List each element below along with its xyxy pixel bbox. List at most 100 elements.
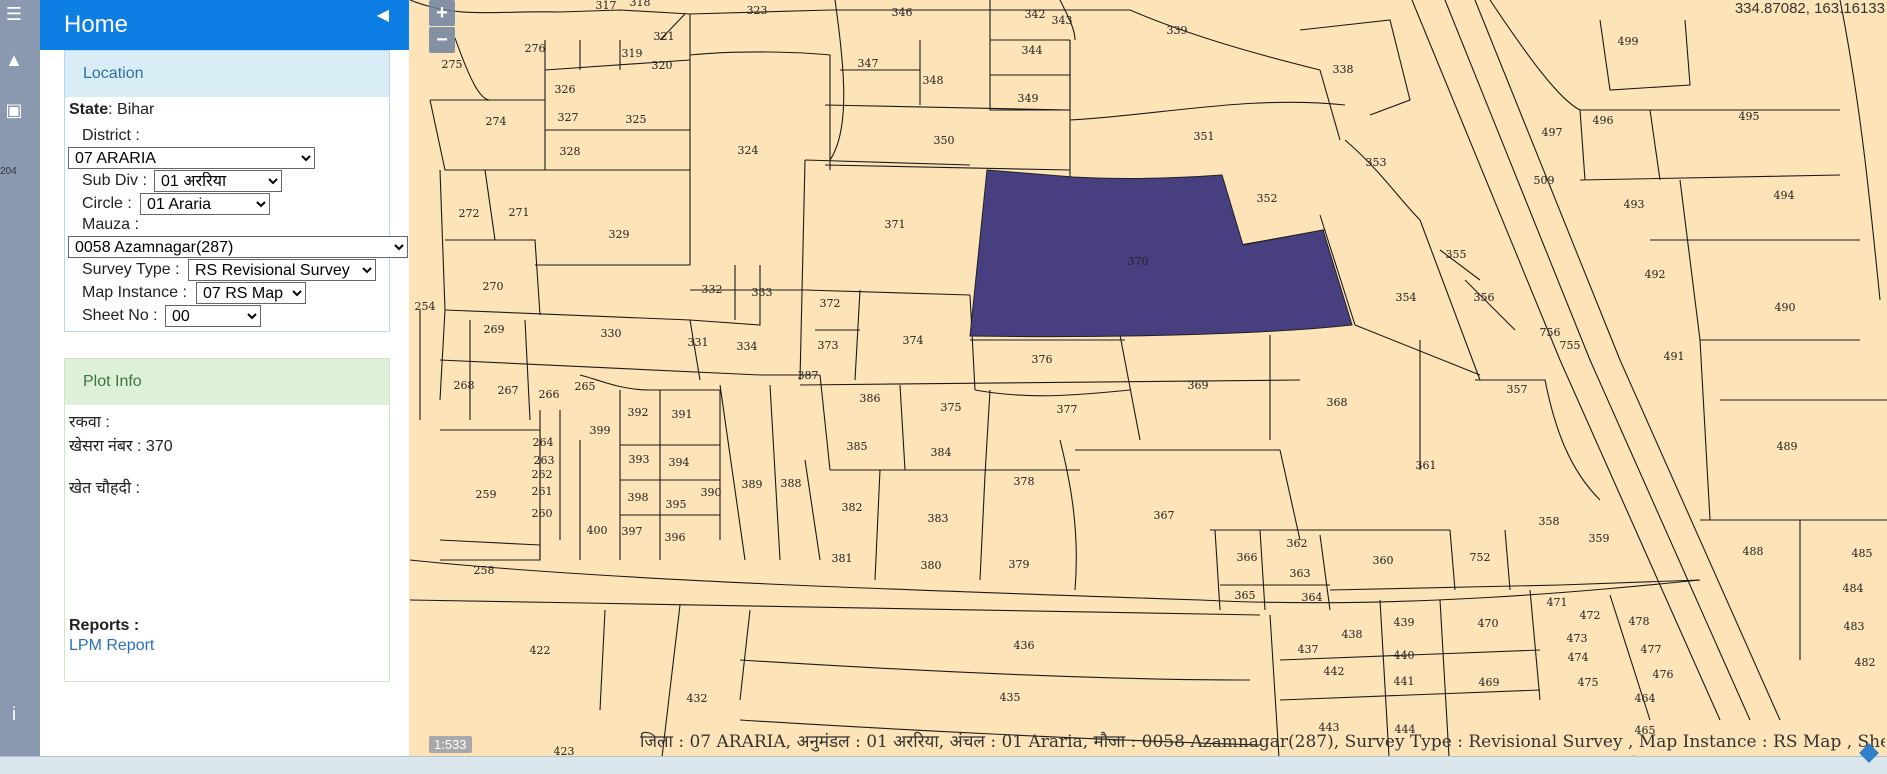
plot-label-339: 339: [1167, 24, 1188, 37]
plot-label-327: 327: [558, 111, 579, 124]
coordinate-readout: 334.87082, 163.16133: [1734, 0, 1885, 17]
plot-label-389: 389: [742, 478, 763, 491]
plot-label-330: 330: [601, 327, 622, 340]
plot-label-493: 493: [1624, 198, 1645, 211]
state-row: State: Bihar: [69, 101, 154, 119]
circle-select[interactable]: 01 Araria: [140, 193, 270, 215]
plot-label-318: 318: [630, 0, 651, 9]
plot-label-260: 260: [532, 507, 553, 520]
plot-label-268: 268: [454, 379, 475, 392]
plot-label-342: 342: [1025, 8, 1046, 21]
subdiv-select[interactable]: 01 अररिया: [154, 170, 282, 192]
bottom-scrollbar[interactable]: [0, 756, 1887, 774]
survey-type-select[interactable]: RS Revisional Survey: [188, 259, 376, 281]
side-panel: Home ◀ Location State: Bihar District : …: [40, 0, 409, 756]
plot-label-272: 272: [459, 207, 480, 220]
plot-label-360: 360: [1373, 554, 1394, 567]
plot-label-367: 367: [1154, 509, 1175, 522]
subdiv-label: Sub Div :: [82, 172, 147, 189]
plot-label-383: 383: [928, 512, 949, 525]
tree-icon[interactable]: ▲: [0, 46, 28, 74]
plot-label-357: 357: [1507, 383, 1528, 396]
mauza-select[interactable]: 0058 Azamnagar(287): [68, 236, 408, 258]
map-instance-select[interactable]: 07 RS Map: [196, 282, 306, 304]
selected-plot-370[interactable]: [969, 169, 1353, 338]
khesra-number: खेसरा नंबर : 370: [69, 438, 173, 455]
plot-label-381: 381: [832, 552, 853, 565]
zoom-out-button[interactable]: −: [429, 27, 455, 53]
plot-label-397: 397: [622, 525, 643, 538]
plot-label-377: 377: [1057, 403, 1078, 416]
district-label: District :: [82, 127, 140, 144]
info-icon[interactable]: i: [0, 700, 28, 728]
location-heading: Location: [65, 51, 389, 97]
plot-label-491: 491: [1664, 350, 1685, 363]
plot-label-266: 266: [539, 388, 560, 401]
plot-label-365: 365: [1235, 589, 1256, 602]
plot-label-440: 440: [1394, 649, 1415, 662]
scale-label: 1:533: [429, 736, 472, 753]
plot-label-371: 371: [885, 218, 906, 231]
plot-label-354: 354: [1396, 291, 1417, 304]
plot-label-329: 329: [609, 228, 630, 241]
plot-label-488: 488: [1743, 545, 1764, 558]
plot-label-755: 755: [1560, 339, 1581, 352]
plot-label-474: 474: [1568, 651, 1589, 664]
plot-info-heading: Plot Info: [65, 359, 389, 405]
location-info-bar: जिला : 07 ARARIA, अनुमंडल : 01 अररिया, अ…: [640, 732, 1885, 752]
plot-label-438: 438: [1342, 628, 1363, 641]
panel-title: Home: [64, 11, 129, 38]
plot-label-400: 400: [587, 524, 608, 537]
plot-label-359: 359: [1589, 532, 1610, 545]
plot-label-347: 347: [858, 57, 879, 70]
map-instance-label: Map Instance :: [82, 284, 187, 301]
plot-label-489: 489: [1777, 440, 1798, 453]
plot-label-422: 422: [530, 644, 551, 657]
lpm-report-link[interactable]: LPM Report: [69, 637, 154, 655]
rakwa-label: रकवा :: [69, 414, 110, 431]
hamburger-menu-icon[interactable]: ☰: [0, 0, 28, 28]
plot-label-376: 376: [1032, 353, 1053, 366]
plot-label-385: 385: [847, 440, 868, 453]
panel-header: Home ◀: [40, 0, 409, 50]
plot-label-475: 475: [1578, 676, 1599, 689]
plot-label-378: 378: [1014, 475, 1035, 488]
plot-label-384: 384: [931, 446, 952, 459]
chauhaddi-label: खेत चौहदी :: [69, 480, 140, 497]
plot-label-332: 332: [702, 283, 723, 296]
plot-label-442: 442: [1324, 665, 1345, 678]
zoom-in-button[interactable]: +: [429, 0, 455, 26]
plot-label-275: 275: [442, 58, 463, 71]
circle-label: Circle :: [82, 195, 132, 212]
tool-strip: ☰ ▲ ▣ i 204: [0, 0, 40, 774]
plot-label-320: 320: [652, 59, 673, 72]
plot-label-349: 349: [1018, 92, 1039, 105]
plot-label-334: 334: [737, 340, 758, 353]
plot-label-496: 496: [1593, 114, 1614, 127]
plot-label-482: 482: [1855, 656, 1876, 669]
collapse-panel-icon[interactable]: ◀: [377, 5, 389, 25]
map-side-label: 204: [0, 166, 17, 177]
plot-label-264: 264: [533, 436, 554, 449]
plot-label-439: 439: [1394, 616, 1415, 629]
plot-label-473: 473: [1567, 632, 1588, 645]
image-icon[interactable]: ▣: [0, 96, 28, 124]
sheet-no-select[interactable]: 00: [165, 305, 261, 327]
plot-label-325: 325: [626, 113, 647, 126]
plot-label-324: 324: [738, 144, 759, 157]
plot-label-265: 265: [575, 380, 596, 393]
plot-label-333: 333: [752, 286, 773, 299]
plot-label-490: 490: [1775, 301, 1796, 314]
plot-label-269: 269: [484, 323, 505, 336]
plot-label-323: 323: [747, 4, 768, 17]
plot-label-321: 321: [654, 30, 675, 43]
plot-label-469: 469: [1479, 676, 1500, 689]
district-select[interactable]: 07 ARARIA: [68, 147, 315, 169]
plot-label-351: 351: [1194, 130, 1215, 143]
plot-label-437: 437: [1298, 643, 1319, 656]
plot-label-343: 343: [1052, 14, 1073, 27]
plot-label-271: 271: [509, 206, 530, 219]
plot-label-382: 382: [842, 501, 863, 514]
plot-label-258: 258: [474, 564, 495, 577]
plot-label-366: 366: [1237, 551, 1258, 564]
